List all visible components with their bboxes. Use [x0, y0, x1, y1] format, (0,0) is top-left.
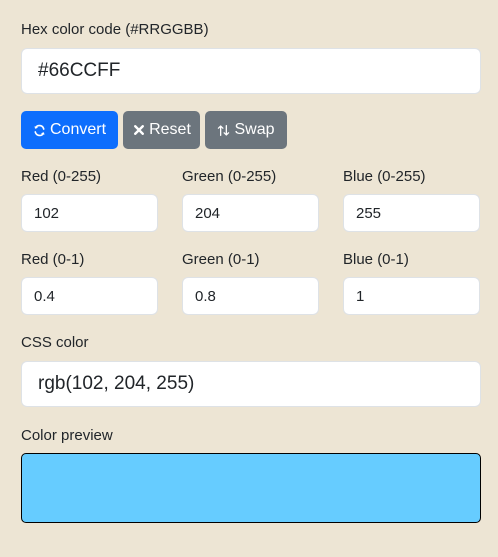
blue-255-label: Blue (0-255)	[343, 168, 426, 185]
reset-button[interactable]: Reset	[123, 111, 200, 149]
red-255-label: Red (0-255)	[21, 168, 102, 185]
blue-01-label: Blue (0-1)	[343, 251, 409, 268]
swap-button-label: Swap	[234, 121, 275, 138]
reset-button-label: Reset	[149, 121, 191, 138]
green-255-label: Green (0-255)	[182, 168, 277, 185]
color-preview-label: Color preview	[21, 427, 113, 444]
blue-255-input[interactable]	[343, 194, 480, 232]
red-01-input[interactable]	[21, 277, 158, 315]
green-01-input[interactable]	[182, 277, 319, 315]
css-color-label: CSS color	[21, 334, 89, 351]
red-01-label: Red (0-1)	[21, 251, 85, 268]
red-255-input[interactable]	[21, 194, 158, 232]
convert-button-label: Convert	[49, 121, 107, 138]
green-01-label: Green (0-1)	[182, 251, 260, 268]
blue-01-input[interactable]	[343, 277, 480, 315]
sync-icon	[33, 124, 46, 137]
green-255-input[interactable]	[182, 194, 319, 232]
css-color-input[interactable]	[21, 361, 481, 407]
swap-button[interactable]: Swap	[205, 111, 287, 149]
hex-input[interactable]	[21, 48, 481, 94]
swap-vertical-icon	[217, 124, 230, 137]
convert-button[interactable]: Convert	[21, 111, 118, 149]
close-icon	[132, 124, 145, 137]
color-preview-swatch	[21, 453, 481, 523]
hex-label: Hex color code (#RRGGBB)	[21, 21, 209, 38]
